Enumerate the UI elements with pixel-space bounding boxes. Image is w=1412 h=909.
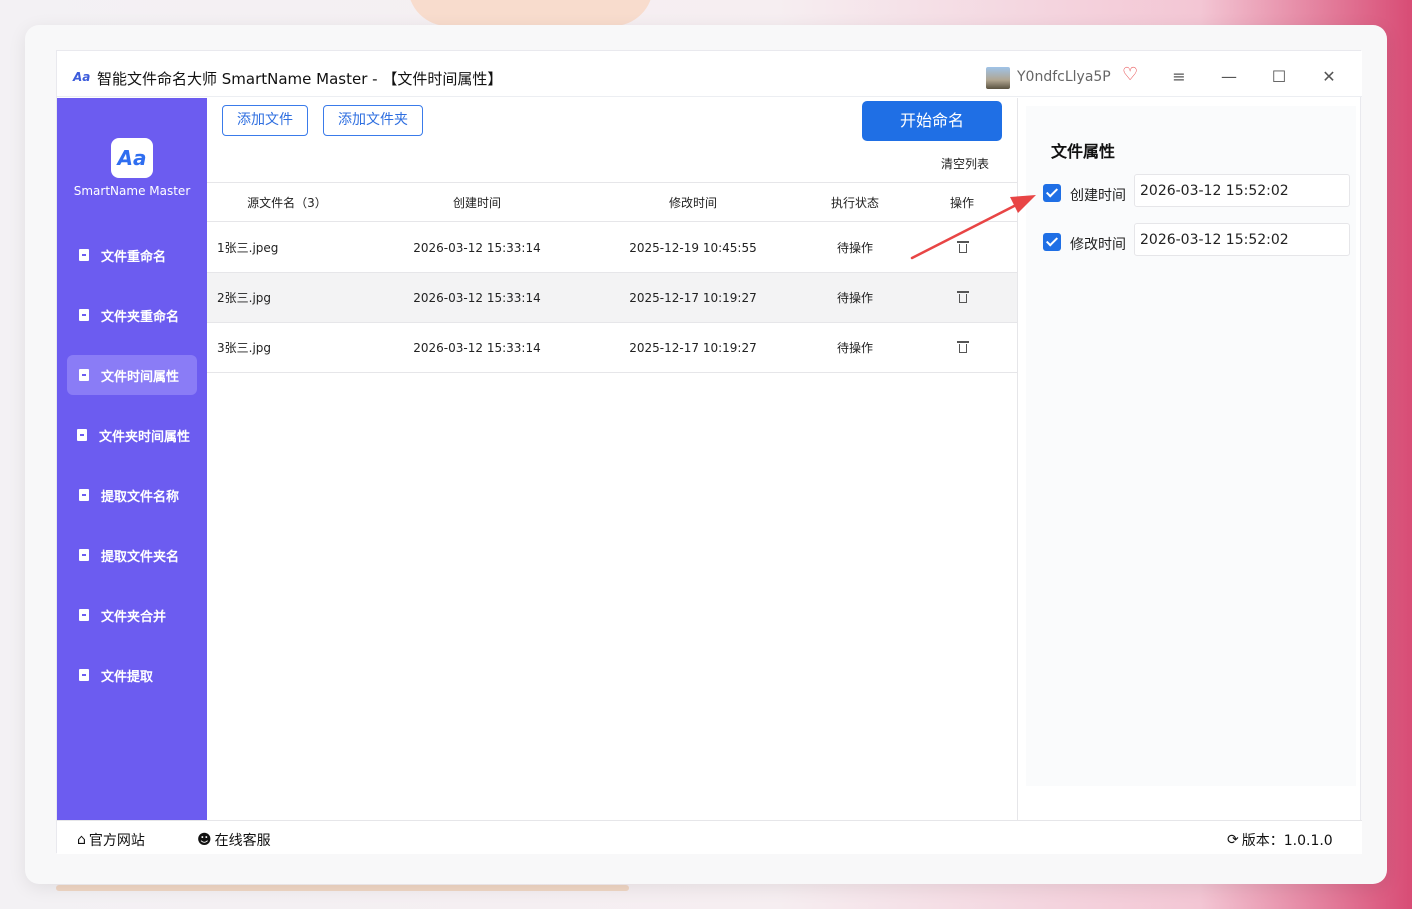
sidebar-item-label: 文件夹重命名 — [101, 309, 180, 325]
username[interactable]: Y0ndfcLlya5P — [1017, 69, 1111, 85]
trash-icon[interactable] — [957, 290, 969, 304]
table-row[interactable]: 2张三.jpg 2026-03-12 15:33:14 2025-12-17 1… — [207, 273, 1017, 323]
sidebar-item-folder-merge[interactable]: 文件夹合并 — [67, 595, 197, 635]
minimize-button[interactable]: — — [1215, 65, 1243, 89]
cell-modified: 2025-12-17 10:19:27 — [629, 341, 757, 355]
cell-created: 2026-03-12 15:33:14 — [413, 341, 541, 355]
brand-name: SmartName Master — [73, 184, 191, 198]
file-icon — [79, 309, 89, 321]
file-icon — [79, 609, 89, 621]
file-icon — [79, 669, 89, 681]
column-header-action: 操作 — [949, 196, 974, 210]
cell-filename: 3张三.jpg — [217, 341, 272, 355]
sidebar-item-folder-rename[interactable]: 文件夹重命名 — [67, 295, 197, 335]
created-time-label: 创建时间 — [1070, 188, 1126, 204]
user-avatar[interactable] — [986, 67, 1010, 89]
sidebar-item-file-extract[interactable]: 文件提取 — [67, 655, 197, 695]
modified-time-label: 修改时间 — [1070, 237, 1126, 253]
sidebar-item-file-time[interactable]: 文件时间属性 — [67, 355, 197, 395]
cell-filename: 1张三.jpeg — [217, 241, 279, 255]
cell-status: 待操作 — [836, 341, 873, 355]
sidebar-item-folder-time[interactable]: 文件夹时间属性 — [67, 415, 197, 455]
official-website-label: 官方网站 — [88, 833, 145, 849]
sidebar-item-extract-filenames[interactable]: 提取文件名称 — [67, 475, 197, 515]
home-icon: ⌂ — [77, 832, 86, 848]
sidebar-item-label: 文件提取 — [101, 669, 154, 685]
created-time-input[interactable] — [1134, 174, 1350, 207]
file-icon — [79, 489, 89, 501]
app-logo: Aa — [111, 138, 153, 178]
add-folder-button[interactable]: 添加文件夹 — [323, 105, 423, 136]
file-properties-panel: 文件属性 创建时间 修改时间 — [1017, 98, 1357, 820]
panel-title: 文件属性 — [1051, 142, 1116, 161]
main-panel: 添加文件 添加文件夹 开始命名 清空列表 源文件名（3） 创建时间 修改时间 执… — [207, 98, 1017, 820]
file-icon — [79, 369, 89, 381]
app-logo-icon: Aa — [73, 70, 91, 84]
online-support-link[interactable]: ☻ 在线客服 — [197, 830, 271, 850]
cell-filename: 2张三.jpg — [217, 291, 272, 305]
cell-created: 2026-03-12 15:33:14 — [413, 241, 541, 255]
add-file-button[interactable]: 添加文件 — [222, 105, 308, 136]
created-time-checkbox[interactable] — [1043, 184, 1061, 202]
column-header-modified: 修改时间 — [668, 196, 717, 210]
table-header: 源文件名（3） 创建时间 修改时间 执行状态 操作 — [207, 182, 1017, 222]
sidebar-item-label: 文件夹时间属性 — [99, 429, 191, 445]
sidebar-item-file-rename[interactable]: 文件重命名 — [67, 235, 197, 275]
cell-modified: 2025-12-17 10:19:27 — [629, 291, 757, 305]
version-label: 版本：1.0.1.0 — [1241, 833, 1333, 849]
panel-body: 文件属性 创建时间 修改时间 — [1026, 106, 1356, 786]
column-header-filename: 源文件名（3） — [247, 196, 327, 210]
official-website-link[interactable]: ⌂ 官方网站 — [77, 830, 145, 850]
modified-time-checkbox[interactable] — [1043, 233, 1061, 251]
cell-status: 待操作 — [836, 241, 873, 255]
sidebar-item-label: 文件夹合并 — [101, 609, 167, 625]
table-row[interactable]: 1张三.jpeg 2026-03-12 15:33:14 2025-12-19 … — [207, 223, 1017, 273]
cell-modified: 2025-12-19 10:45:55 — [629, 241, 757, 255]
table-row[interactable]: 3张三.jpg 2026-03-12 15:33:14 2025-12-17 1… — [207, 323, 1017, 373]
cell-created: 2026-03-12 15:33:14 — [413, 291, 541, 305]
sidebar-item-label: 提取文件夹名 — [101, 549, 180, 565]
file-icon — [77, 429, 87, 441]
modified-time-input[interactable] — [1134, 223, 1350, 256]
app-window: Aa 智能文件命名大师 SmartName Master - 【文件时间属性】 … — [56, 50, 1362, 854]
sidebar-item-label: 提取文件名称 — [101, 489, 180, 505]
close-button[interactable]: ✕ — [1315, 65, 1343, 89]
file-icon — [79, 549, 89, 561]
online-support-label: 在线客服 — [214, 833, 271, 849]
start-rename-button[interactable]: 开始命名 — [862, 101, 1002, 141]
maximize-button[interactable]: ☐ — [1265, 65, 1293, 89]
trash-icon[interactable] — [957, 240, 969, 254]
file-icon — [79, 249, 89, 261]
footer: ⌂ 官方网站 ☻ 在线客服 ⟳ 版本：1.0.1.0 — [57, 820, 1362, 854]
column-header-status: 执行状态 — [830, 196, 879, 210]
version-info[interactable]: ⟳ 版本：1.0.1.0 — [1227, 830, 1333, 850]
sidebar-item-label: 文件时间属性 — [101, 369, 180, 385]
trash-icon[interactable] — [957, 340, 969, 354]
sidebar: Aa SmartName Master 文件重命名 文件夹重命名 文件时间属性 … — [57, 98, 207, 820]
support-icon: ☻ — [197, 832, 212, 848]
menu-icon[interactable]: ≡ — [1165, 65, 1193, 89]
title-bar: Aa 智能文件命名大师 SmartName Master - 【文件时间属性】 … — [57, 51, 1362, 97]
column-header-created: 创建时间 — [452, 196, 501, 210]
clear-list-button[interactable]: 清空列表 — [941, 155, 989, 172]
cell-status: 待操作 — [836, 291, 873, 305]
refresh-icon: ⟳ — [1227, 832, 1239, 848]
vip-diamond-icon[interactable]: ♡ — [1122, 65, 1140, 85]
sidebar-item-label: 文件重命名 — [101, 249, 167, 265]
sidebar-item-extract-foldernames[interactable]: 提取文件夹名 — [67, 535, 197, 575]
window-title: 智能文件命名大师 SmartName Master - 【文件时间属性】 — [97, 70, 503, 88]
